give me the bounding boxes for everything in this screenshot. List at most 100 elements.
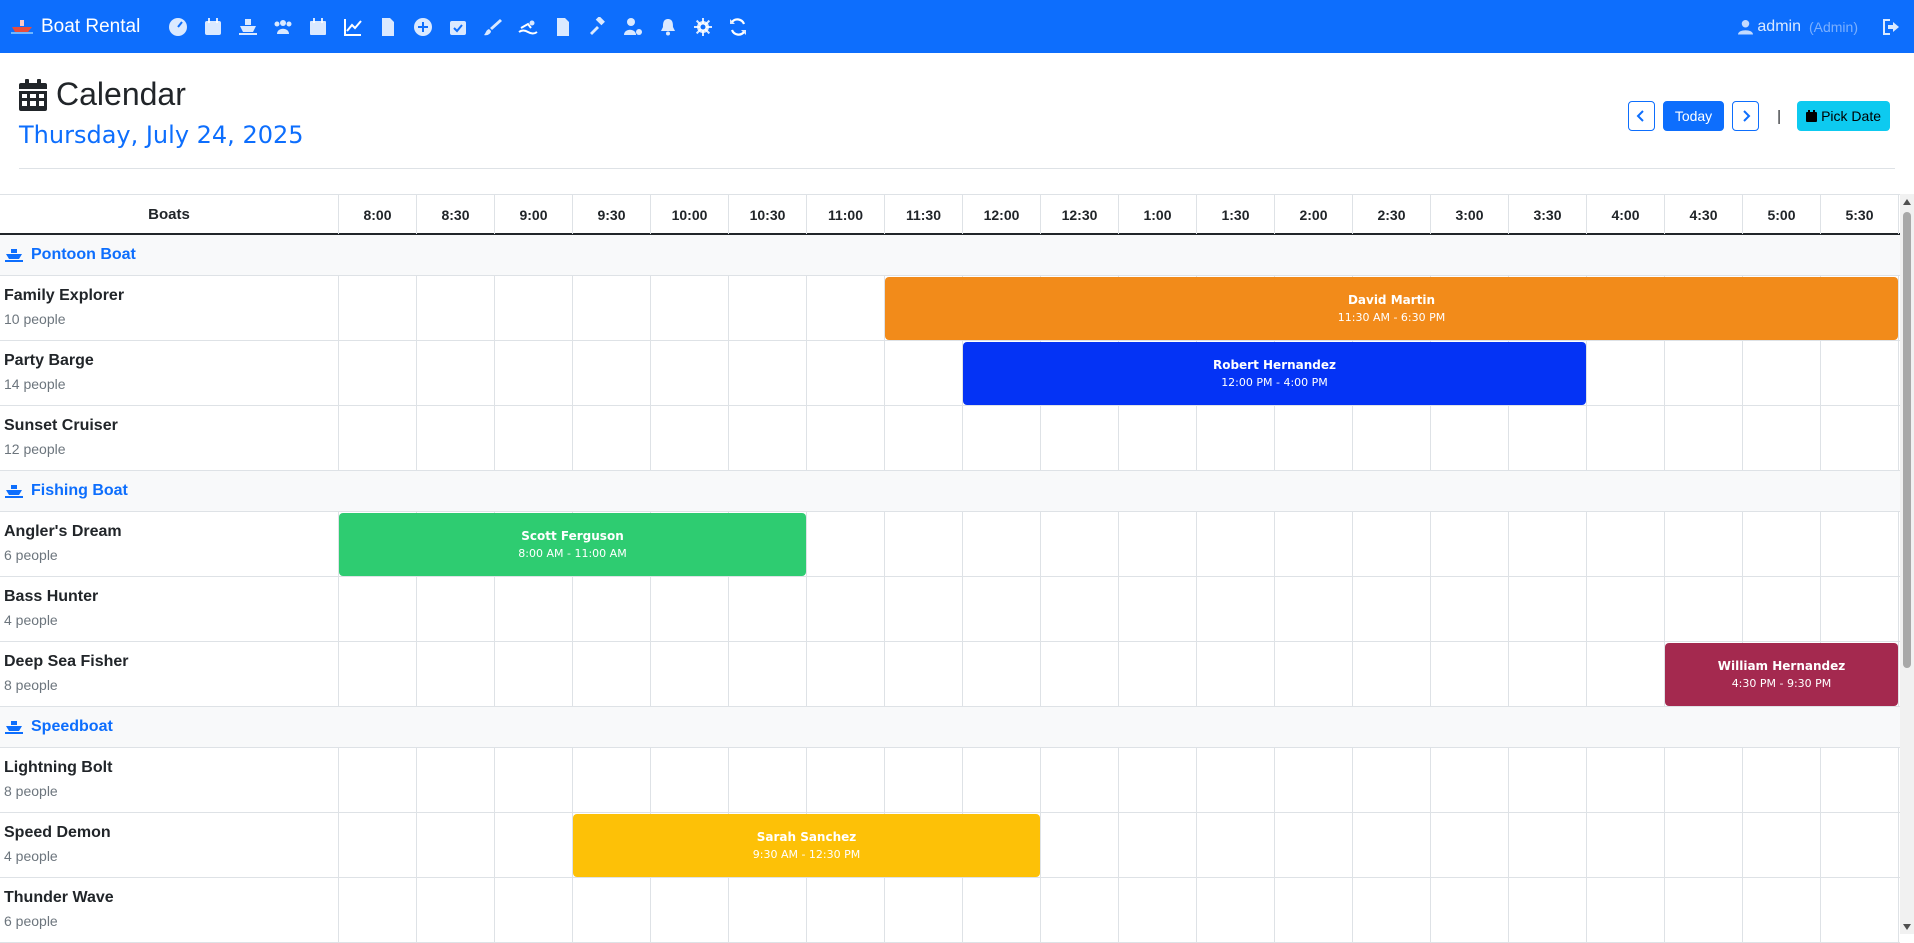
nav-dashboard-button[interactable] — [160, 0, 195, 53]
time-slot[interactable] — [729, 878, 807, 942]
time-slot[interactable] — [1509, 512, 1587, 576]
time-slot[interactable] — [1665, 406, 1743, 470]
time-slot[interactable] — [339, 341, 417, 405]
time-slot[interactable] — [1431, 512, 1509, 576]
time-slot[interactable] — [963, 642, 1041, 706]
time-slot[interactable] — [1353, 748, 1431, 812]
nav-sync-button[interactable] — [720, 0, 755, 53]
time-slot[interactable] — [885, 748, 963, 812]
pick-date-button[interactable]: Pick Date — [1797, 101, 1890, 131]
time-slot[interactable] — [339, 577, 417, 641]
time-slot[interactable] — [417, 341, 495, 405]
time-slot[interactable] — [651, 642, 729, 706]
time-slot[interactable] — [807, 512, 885, 576]
time-slot[interactable] — [807, 748, 885, 812]
time-slot[interactable] — [1587, 512, 1665, 576]
time-slot[interactable] — [339, 406, 417, 470]
time-slot[interactable] — [1119, 512, 1197, 576]
time-slot[interactable] — [417, 406, 495, 470]
time-slot[interactable] — [1275, 813, 1353, 877]
time-slot[interactable] — [1275, 406, 1353, 470]
time-slot[interactable] — [729, 276, 807, 340]
time-slot[interactable] — [807, 276, 885, 340]
time-slot[interactable] — [885, 406, 963, 470]
time-slot[interactable] — [807, 577, 885, 641]
time-slot[interactable] — [1587, 642, 1665, 706]
time-slot[interactable] — [1041, 642, 1119, 706]
time-slot[interactable] — [573, 577, 651, 641]
time-slot[interactable] — [807, 642, 885, 706]
time-slot[interactable] — [1275, 577, 1353, 641]
time-slot[interactable] — [1041, 406, 1119, 470]
time-slot[interactable] — [1197, 512, 1275, 576]
time-slot[interactable] — [1587, 406, 1665, 470]
nav-calendar-button[interactable] — [195, 0, 230, 53]
time-slot[interactable] — [417, 276, 495, 340]
boat-name-cell[interactable]: Bass Hunter 4 people — [0, 577, 339, 641]
time-slot[interactable] — [885, 878, 963, 942]
time-slot[interactable] — [651, 276, 729, 340]
vertical-scrollbar[interactable] — [1900, 194, 1914, 934]
time-slot[interactable] — [1353, 642, 1431, 706]
nav-invoice-button[interactable] — [370, 0, 405, 53]
nav-paint-brush-button[interactable] — [475, 0, 510, 53]
nav-ship-button[interactable] — [230, 0, 265, 53]
time-slot[interactable] — [1743, 878, 1821, 942]
time-slot[interactable] — [1587, 813, 1665, 877]
time-slot[interactable] — [1119, 878, 1197, 942]
time-slot[interactable] — [963, 748, 1041, 812]
time-slot[interactable] — [1509, 748, 1587, 812]
time-slot[interactable] — [1119, 642, 1197, 706]
time-slot[interactable] — [495, 642, 573, 706]
time-slot[interactable] — [1509, 642, 1587, 706]
logout-button[interactable] — [1880, 16, 1902, 38]
time-slot[interactable] — [1197, 406, 1275, 470]
time-slot[interactable] — [807, 341, 885, 405]
time-slot[interactable] — [339, 276, 417, 340]
scroll-down-arrow[interactable] — [1903, 924, 1911, 930]
time-slot[interactable] — [495, 748, 573, 812]
nav-bell-button[interactable] — [650, 0, 685, 53]
nav-calendar-alt-button[interactable] — [300, 0, 335, 53]
boat-name-cell[interactable]: Sunset Cruiser 12 people — [0, 406, 339, 470]
time-slot[interactable] — [1275, 748, 1353, 812]
time-slot[interactable] — [417, 813, 495, 877]
time-slot[interactable] — [1821, 406, 1899, 470]
time-slot[interactable] — [1119, 406, 1197, 470]
time-slot[interactable] — [1353, 512, 1431, 576]
booking-block[interactable]: Scott Ferguson 8:00 AM - 11:00 AM — [339, 513, 806, 576]
nav-calendar-check-button[interactable] — [440, 0, 475, 53]
time-slot[interactable] — [1119, 813, 1197, 877]
time-slot[interactable] — [1743, 341, 1821, 405]
time-slot[interactable] — [885, 577, 963, 641]
time-slot[interactable] — [1509, 813, 1587, 877]
time-slot[interactable] — [729, 406, 807, 470]
time-slot[interactable] — [1821, 813, 1899, 877]
today-button[interactable]: Today — [1662, 101, 1725, 131]
time-slot[interactable] — [1665, 813, 1743, 877]
time-slot[interactable] — [963, 878, 1041, 942]
time-slot[interactable] — [339, 642, 417, 706]
time-slot[interactable] — [1821, 341, 1899, 405]
time-slot[interactable] — [807, 878, 885, 942]
time-slot[interactable] — [573, 341, 651, 405]
time-slot[interactable] — [1197, 642, 1275, 706]
time-slot[interactable] — [807, 406, 885, 470]
time-slot[interactable] — [1431, 406, 1509, 470]
time-slot[interactable] — [1509, 577, 1587, 641]
time-slot[interactable] — [495, 276, 573, 340]
scroll-thumb[interactable] — [1903, 212, 1911, 668]
nav-user-cog-button[interactable] — [615, 0, 650, 53]
time-slot[interactable] — [1665, 341, 1743, 405]
time-slot[interactable] — [1431, 748, 1509, 812]
time-slot[interactable] — [1587, 878, 1665, 942]
time-slot[interactable] — [1431, 813, 1509, 877]
time-slot[interactable] — [1197, 748, 1275, 812]
time-slot[interactable] — [417, 577, 495, 641]
nav-gavel-button[interactable] — [580, 0, 615, 53]
time-slot[interactable] — [885, 341, 963, 405]
time-slot[interactable] — [417, 642, 495, 706]
time-slot[interactable] — [1275, 878, 1353, 942]
time-slot[interactable] — [1431, 878, 1509, 942]
time-slot[interactable] — [1743, 406, 1821, 470]
